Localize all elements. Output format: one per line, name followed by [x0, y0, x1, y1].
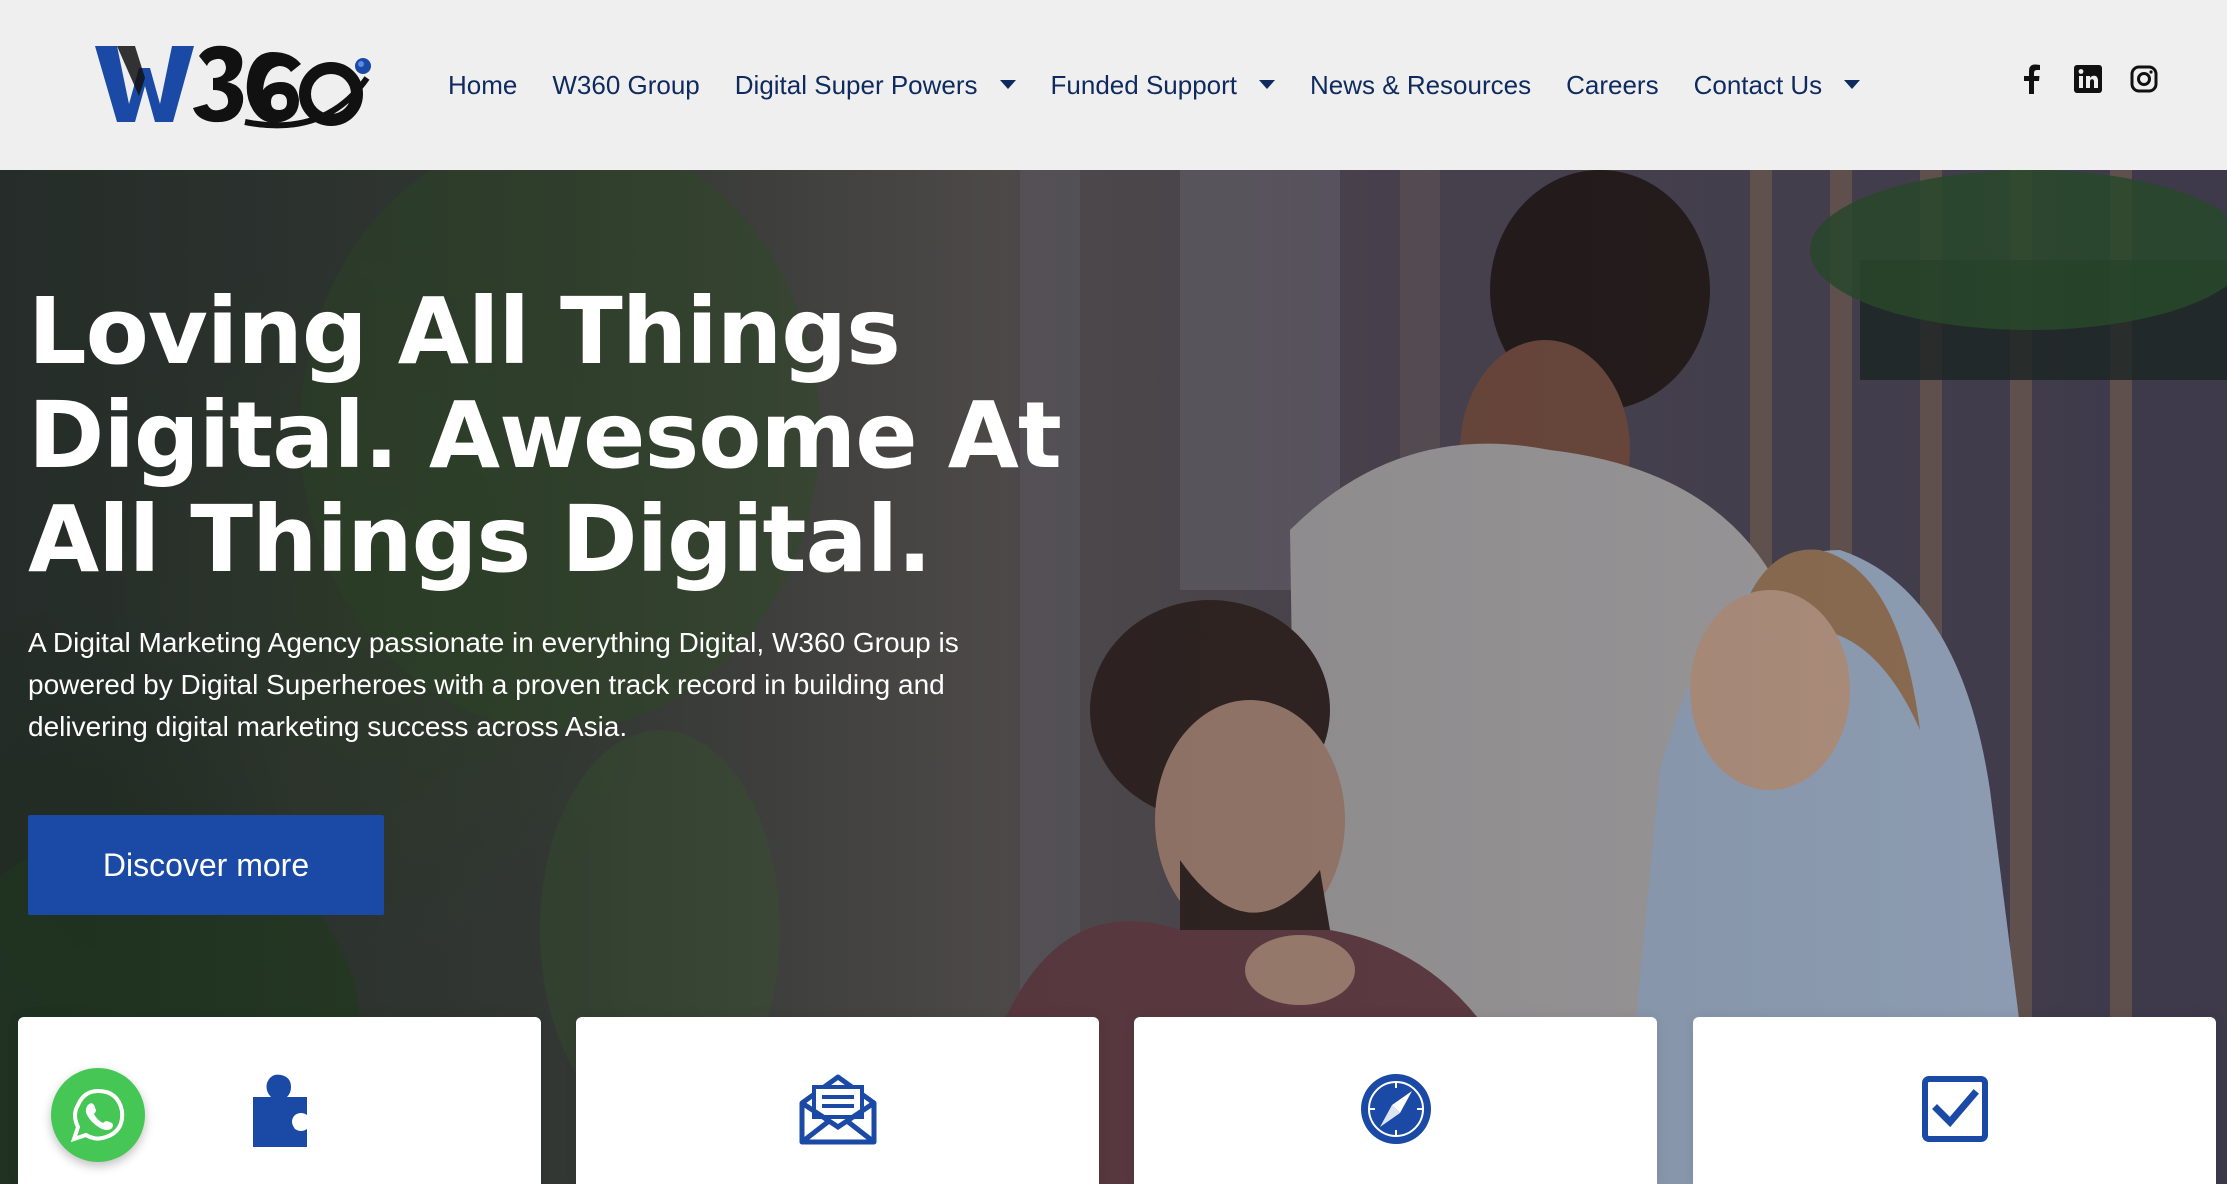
compass-icon	[1356, 1069, 1436, 1149]
nav-item-news-resources[interactable]: News & Resources	[1310, 70, 1531, 101]
nav-item-careers[interactable]: Careers	[1566, 70, 1658, 101]
nav-label: News & Resources	[1310, 69, 1532, 100]
caret-down-icon[interactable]	[999, 80, 1016, 90]
nav-item-funded-support[interactable]: Funded Support	[1050, 69, 1276, 101]
hero-title-line: All Things Digital.	[28, 486, 932, 593]
w360-logo[interactable]	[95, 38, 375, 130]
feature-card[interactable]	[1134, 1017, 1657, 1184]
hero-title-line: Loving All Things	[28, 278, 901, 385]
site-header: Home W360 Group Digital Super Powers Fun…	[0, 0, 2227, 170]
main-nav: Home W360 Group Digital Super Powers Fun…	[448, 0, 1895, 170]
nav-label: Digital Super Powers	[734, 69, 978, 100]
nav-label: Careers	[1566, 69, 1659, 100]
linkedin-icon[interactable]	[2073, 64, 2103, 94]
social-links	[1991, 64, 2159, 94]
hero-title-line: Digital. Awesome At	[28, 382, 1062, 489]
discover-more-button[interactable]: Discover more	[28, 815, 384, 915]
feature-card[interactable]	[576, 1017, 1099, 1184]
nav-item-w360-group[interactable]: W360 Group	[552, 70, 699, 101]
hero-subtitle: A Digital Marketing Agency passionate in…	[28, 627, 959, 742]
checkbox-icon	[1915, 1069, 1995, 1149]
puzzle-icon	[240, 1069, 320, 1149]
nav-item-home[interactable]: Home	[448, 70, 517, 101]
nav-label: W360 Group	[552, 69, 700, 100]
nav-label: Home	[448, 69, 518, 100]
envelope-open-icon	[798, 1069, 878, 1149]
hero-title: Loving All Things Digital. Awesome At Al…	[28, 280, 1078, 592]
caret-down-icon[interactable]	[1259, 80, 1276, 90]
facebook-icon[interactable]	[2017, 64, 2047, 94]
nav-label: Contact Us	[1693, 69, 1823, 100]
nav-item-digital-super-powers[interactable]: Digital Super Powers	[735, 70, 1016, 101]
feature-card[interactable]	[1693, 1017, 2216, 1184]
whatsapp-chat-button[interactable]	[51, 1068, 145, 1162]
caret-down-icon[interactable]	[1844, 80, 1861, 90]
nav-item-contact-us[interactable]: Contact Us	[1694, 70, 1861, 101]
nav-label: Funded Support	[1050, 69, 1238, 100]
whatsapp-icon	[70, 1088, 125, 1143]
instagram-icon[interactable]	[2129, 64, 2159, 94]
